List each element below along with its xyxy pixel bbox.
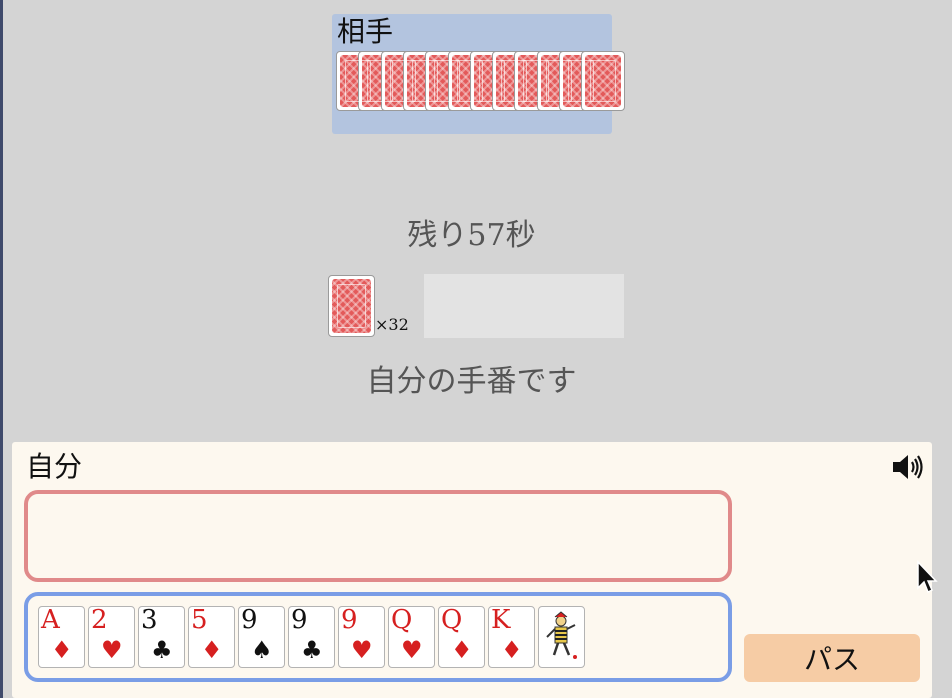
card-rank: 9 [341, 605, 358, 635]
player-area: 自分 A ♦ 2 ♥ 3 ♣ 5 ♦ 9 ♠ 9 ♣ 9 ♥ Q ♥ Q ♦ K ♦ パス [12, 442, 932, 698]
card-rank: 9 [241, 605, 258, 635]
player-label: 自分 [26, 450, 83, 483]
hand-card[interactable]: K ♦ [488, 605, 535, 668]
hand-card[interactable]: 2 ♥ [88, 605, 135, 668]
card-suit-icon: ♥ [101, 636, 123, 664]
card-suit-icon: ♦ [501, 636, 523, 664]
card-suit-icon: ♦ [51, 636, 73, 664]
play-field [424, 274, 624, 338]
card-rank: K [491, 605, 511, 635]
draw-pile-count: ×32 [375, 315, 409, 334]
joker-card[interactable] [538, 606, 585, 668]
card-rank: Q [441, 605, 463, 635]
draw-pile-card-back [328, 275, 375, 337]
speaker-icon[interactable] [890, 452, 924, 482]
card-rank: 2 [91, 605, 108, 635]
joker-figure-icon [546, 611, 577, 659]
draw-pile[interactable] [328, 275, 376, 337]
hand-card[interactable]: 3 ♣ [138, 605, 185, 668]
pass-button[interactable]: パス [744, 634, 920, 682]
hand-card[interactable]: Q ♦ [438, 605, 485, 668]
card-suit-icon: ♦ [451, 636, 473, 664]
mouse-cursor-icon [917, 560, 938, 594]
hand-card[interactable]: 9 ♣ [288, 605, 335, 668]
card-suit-icon: ♥ [401, 636, 423, 664]
card-rank: 3 [141, 605, 158, 635]
window-edge [0, 0, 3, 698]
opponent-hand [336, 51, 626, 113]
hand-card[interactable]: Q ♥ [388, 605, 435, 668]
turn-timer: 残り57秒 [407, 218, 536, 253]
selected-cards-zone[interactable] [24, 490, 732, 582]
hand-card[interactable]: 5 ♦ [188, 605, 235, 668]
card-suit-icon: ♣ [151, 636, 173, 664]
turn-status: 自分の手番です [366, 364, 577, 399]
card-suit-icon: ♦ [201, 636, 223, 664]
hand-card[interactable]: A ♦ [38, 605, 85, 668]
card-rank: Q [391, 605, 413, 635]
card-rank: A [41, 605, 60, 635]
card-rank: 5 [191, 605, 208, 635]
card-suit-icon: ♠ [251, 636, 273, 664]
hand-card[interactable]: 9 ♠ [238, 605, 285, 668]
opponent-area: 相手 [332, 14, 626, 134]
opponent-label: 相手 [337, 15, 394, 48]
hand-card[interactable]: 9 ♥ [338, 605, 385, 668]
card-suit-icon: ♣ [301, 636, 323, 664]
card-rank: 9 [291, 605, 308, 635]
player-hand: A ♦ 2 ♥ 3 ♣ 5 ♦ 9 ♠ 9 ♣ 9 ♥ Q ♥ Q ♦ K ♦ [24, 592, 732, 682]
card-suit-icon: ♥ [351, 636, 373, 664]
